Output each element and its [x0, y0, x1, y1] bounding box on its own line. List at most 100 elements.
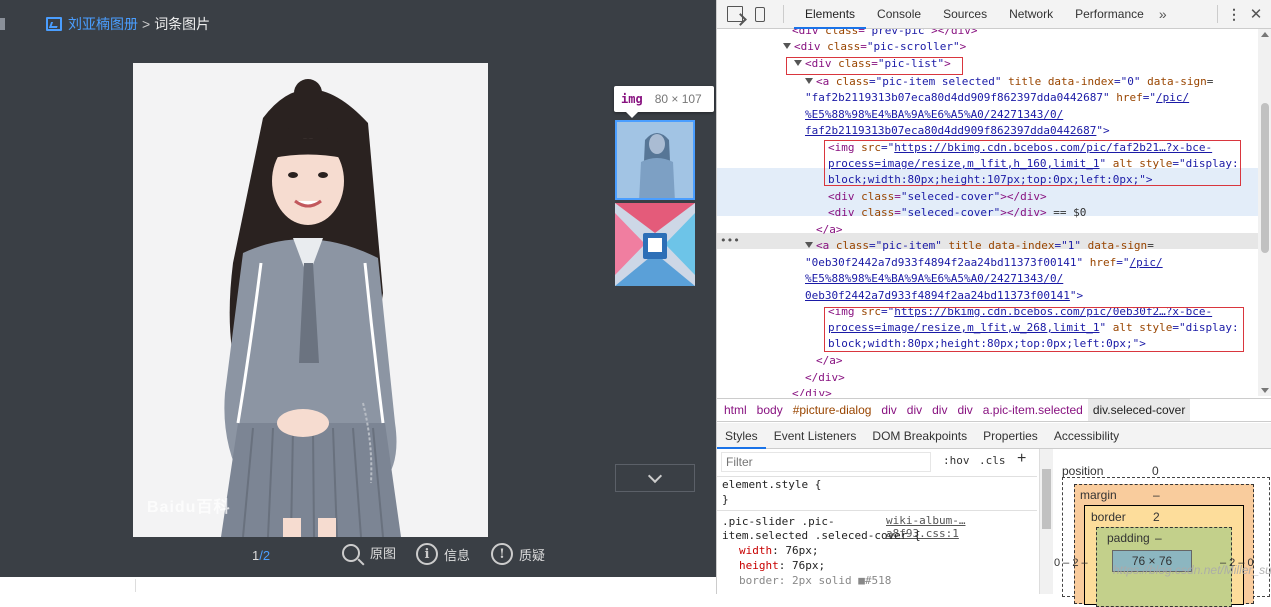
- rule-selector[interactable]: item.selected .seleced-cover {: [722, 528, 921, 543]
- box-left-values: 0 – 2 –: [1054, 557, 1088, 569]
- inspect-icon[interactable]: [727, 6, 743, 22]
- tab-properties[interactable]: Properties: [975, 423, 1046, 449]
- scroll-down-icon[interactable]: [1261, 388, 1269, 393]
- tab-accessibility[interactable]: Accessibility: [1046, 423, 1127, 449]
- dom-line[interactable]: "faf2b2119313b07eca80d4dd909f862397dda04…: [805, 90, 1189, 107]
- divider: [783, 5, 784, 23]
- new-rule-button[interactable]: +: [1017, 450, 1026, 468]
- styles-scrollbar[interactable]: [1039, 449, 1053, 594]
- devtools-tabbar: Elements Console Sources Network Perform…: [717, 0, 1271, 29]
- tooltip-tag: img: [621, 92, 643, 106]
- kebab-menu-icon[interactable]: ⋮: [1224, 6, 1244, 23]
- crumb-picture-dialog[interactable]: #picture-dialog: [788, 399, 877, 421]
- rule-selector[interactable]: .pic-slider .pic-: [722, 514, 835, 529]
- row-actions-icon[interactable]: •••: [720, 233, 740, 250]
- tab-styles[interactable]: Styles: [717, 423, 766, 449]
- dom-line[interactable]: <a class="pic-item selected" title data-…: [805, 74, 1213, 91]
- album-icon: [46, 17, 62, 31]
- tab-event-listeners[interactable]: Event Listeners: [766, 423, 865, 449]
- position-value[interactable]: 0: [1152, 464, 1159, 478]
- css-property[interactable]: border: 2px solid ■#518: [739, 573, 891, 588]
- crumb-body[interactable]: body: [752, 399, 788, 421]
- dom-line[interactable]: </div>: [805, 370, 845, 387]
- crumb-div[interactable]: div: [952, 399, 977, 421]
- dom-line-selected[interactable]: <div class="seleced-cover"></div> == $0: [828, 205, 1086, 222]
- thumbnail-image-2: [615, 203, 695, 286]
- border-value[interactable]: 2: [1153, 510, 1160, 524]
- main-photo[interactable]: Baidu百科: [133, 63, 488, 537]
- expand-arrow-icon[interactable]: [805, 242, 813, 248]
- bottom-strip: [0, 577, 716, 594]
- image-viewer: 刘亚楠图册 > 词条图片 Baidu百科 1/2 原图 i 信息 ! 质疑 im…: [0, 0, 716, 594]
- tab-dom-breakpoints[interactable]: DOM Breakpoints: [864, 423, 975, 449]
- dom-line[interactable]: %E5%88%98%E4%BA%9A%E6%A5%A0/24271343/0/: [805, 271, 1063, 288]
- search-icon: [342, 543, 360, 562]
- padding-label: padding: [1107, 531, 1150, 545]
- border-label: border: [1091, 510, 1126, 524]
- album-link[interactable]: 刘亚楠图册: [68, 14, 138, 34]
- styles-filter-input[interactable]: [721, 452, 931, 472]
- more-tabs-icon[interactable]: »: [1159, 6, 1167, 22]
- class-toggle[interactable]: .cls: [979, 454, 1006, 467]
- crumb-html[interactable]: html: [719, 399, 752, 421]
- dom-line[interactable]: </a>: [816, 222, 843, 239]
- pager: 1/2: [252, 548, 270, 563]
- report-button[interactable]: ! 质疑: [491, 543, 545, 565]
- padding-value[interactable]: –: [1155, 531, 1162, 545]
- breadcrumb: 刘亚楠图册 > 词条图片: [46, 14, 210, 34]
- device-toolbar-icon[interactable]: [755, 6, 765, 22]
- element-tooltip: img 80 × 107: [614, 86, 714, 118]
- css-property[interactable]: width: 76px;: [739, 543, 818, 558]
- styles-pane: :hov .cls + element.style { } .pic-slide…: [717, 449, 1037, 594]
- prev-arrow-icon[interactable]: [0, 18, 5, 30]
- exclamation-icon: !: [491, 543, 513, 565]
- dom-line[interactable]: </a>: [816, 353, 843, 370]
- tab-network[interactable]: Network: [998, 0, 1064, 29]
- tab-elements[interactable]: Elements: [794, 0, 867, 29]
- position-label: position: [1062, 464, 1104, 478]
- dom-line[interactable]: <div class="seleced-cover"></div>: [828, 189, 1047, 206]
- close-icon[interactable]: ✕: [1244, 5, 1268, 23]
- crumb-seleced-cover[interactable]: div.seleced-cover: [1087, 399, 1191, 421]
- tab-console[interactable]: Console: [866, 0, 932, 29]
- original-image-button[interactable]: 原图: [342, 543, 396, 562]
- dom-line[interactable]: <div class="prev-pic"></div>: [792, 29, 977, 40]
- tab-sources[interactable]: Sources: [932, 0, 998, 29]
- info-button[interactable]: i 信息: [416, 543, 470, 565]
- crumb-div[interactable]: div: [876, 399, 901, 421]
- dom-line[interactable]: </div>: [792, 386, 832, 396]
- dom-line[interactable]: %E5%88%98%E4%BA%9A%E6%A5%A0/24271343/0/: [805, 107, 1063, 124]
- crumb-div[interactable]: div: [902, 399, 927, 421]
- breadcrumb-current: 词条图片: [154, 16, 211, 32]
- scroll-down-button[interactable]: [615, 464, 695, 492]
- element-style-open[interactable]: element.style {: [722, 477, 821, 492]
- thumbnail-selected[interactable]: [615, 120, 695, 200]
- inspect-highlight: [617, 122, 693, 198]
- original-label: 原图: [370, 546, 397, 561]
- elements-tree: ••• <div class="prev-pic"></div> <div cl…: [717, 29, 1258, 396]
- dom-line[interactable]: "0eb30f2442a7d933f4894f2aa24bd11373f0014…: [805, 255, 1163, 272]
- scrollbar-thumb[interactable]: [1261, 103, 1269, 253]
- css-property[interactable]: height: 76px;: [739, 558, 825, 573]
- report-label: 质疑: [519, 547, 546, 563]
- dom-line[interactable]: faf2b2119313b07eca80d4dd909f862397dda044…: [805, 123, 1110, 140]
- crumb-pic-item[interactable]: a.pic-item.selected: [978, 399, 1088, 421]
- thumbnail-2[interactable]: [615, 203, 695, 286]
- expand-arrow-icon[interactable]: [805, 78, 813, 84]
- scrollbar-thumb[interactable]: [1042, 469, 1051, 529]
- chevron-down-icon: [647, 468, 663, 483]
- dom-line[interactable]: <a class="pic-item" title data-index="1"…: [805, 238, 1154, 255]
- tab-performance[interactable]: Performance: [1064, 0, 1155, 29]
- dom-line[interactable]: 0eb30f2442a7d933f4894f2aa24bd11373f00141…: [805, 288, 1083, 305]
- crumb-div[interactable]: div: [927, 399, 952, 421]
- divider: [1217, 5, 1218, 23]
- page-watermark: https://blog.csdn.net/Miller_sun: [1113, 563, 1271, 577]
- dom-line[interactable]: <div class="pic-scroller">: [783, 39, 966, 56]
- margin-label: margin: [1080, 488, 1117, 502]
- margin-value[interactable]: –: [1153, 488, 1160, 502]
- hover-state-toggle[interactable]: :hov: [943, 454, 970, 467]
- expand-arrow-icon[interactable]: [783, 43, 791, 49]
- scroll-up-icon[interactable]: [1261, 32, 1269, 37]
- elements-scrollbar[interactable]: [1258, 29, 1271, 396]
- portrait-image: [133, 63, 488, 537]
